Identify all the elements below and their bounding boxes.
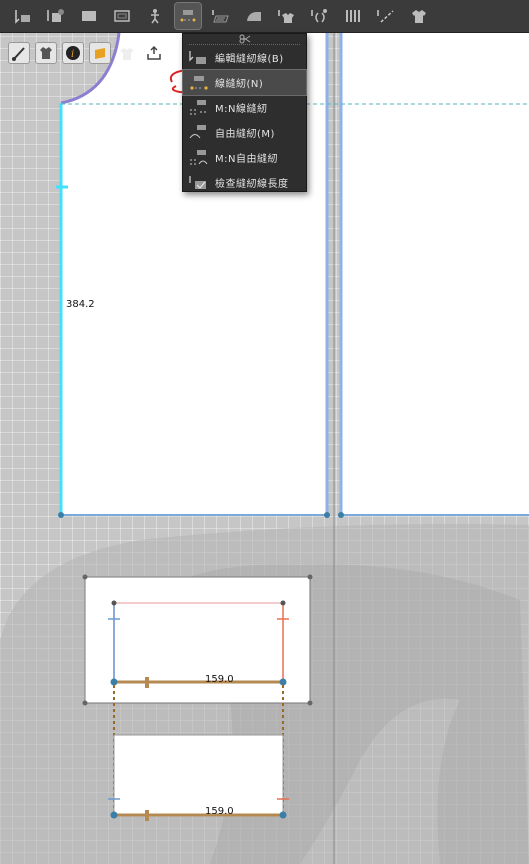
- bottom-piece-seam-notch[interactable]: [145, 810, 149, 821]
- iron-button[interactable]: [241, 3, 267, 29]
- top-piece-seam-notch[interactable]: [145, 677, 149, 688]
- main-toolbar: [0, 0, 529, 33]
- export-icon: [147, 45, 161, 60]
- line-tool-button[interactable]: [373, 3, 399, 29]
- segment-sewing-icon: [190, 75, 208, 90]
- internal-rectangle-button[interactable]: [109, 3, 135, 29]
- segment-sewing-button[interactable]: [174, 2, 202, 30]
- shirt-view-button[interactable]: [35, 42, 57, 64]
- pin-icon: [311, 9, 327, 23]
- menu-item-label: M:N自由縫紉: [215, 154, 278, 165]
- scissors-icon: [239, 34, 250, 44]
- menu-item-label: 線縫紉(N): [215, 79, 264, 90]
- point-marker[interactable]: [111, 600, 117, 606]
- free-sewing-icon: [189, 124, 206, 138]
- texture-icon: [95, 48, 105, 59]
- edit-sewing-icon: [189, 50, 206, 64]
- info-button[interactable]: i: [62, 42, 84, 64]
- point-marker[interactable]: [58, 512, 64, 518]
- point-marker[interactable]: [279, 811, 287, 819]
- point-marker[interactable]: [279, 678, 287, 686]
- menu-item-label: 編輯縫紉線(B): [215, 54, 284, 65]
- pleat-button[interactable]: [340, 3, 366, 29]
- export-button[interactable]: [143, 42, 165, 64]
- rectangle-button[interactable]: [76, 3, 102, 29]
- mn-segment-sewing-icon: [190, 99, 207, 114]
- texture-button[interactable]: [89, 42, 111, 64]
- transform-pattern-button[interactable]: [43, 3, 69, 29]
- line-tool-icon: [377, 10, 394, 23]
- internal-rectangle-icon: [114, 10, 130, 22]
- transform-pattern-icon: [47, 9, 64, 22]
- frame-corner[interactable]: [82, 574, 88, 580]
- check-sewing-length-icon: [189, 175, 206, 189]
- pin-button[interactable]: [307, 3, 333, 29]
- bottom-seam-length-label: 159.0: [205, 806, 234, 817]
- top-seam-length-label: 159.0: [205, 674, 234, 685]
- menu-item-segment-sewing[interactable]: 線縫紉(N): [182, 69, 307, 96]
- iron-icon: [247, 12, 261, 21]
- garment-button[interactable]: [406, 3, 432, 29]
- point-marker[interactable]: [338, 512, 344, 518]
- garment-up-icon: [120, 48, 134, 60]
- point-marker[interactable]: [110, 678, 118, 686]
- mn-free-sewing-icon: [190, 149, 208, 164]
- sewing-dropdown-menu: 編輯縫紉線(B) 線縫紉(N) M:N線縫紉 自由縫紉(M) M:N自由縫紉 檢…: [182, 33, 307, 192]
- segment-sewing-icon: [180, 10, 196, 22]
- left-edge-length-label: 384.2: [66, 299, 95, 310]
- avatar-arrange-button[interactable]: [142, 3, 168, 29]
- fold-arrangement-button[interactable]: [208, 3, 234, 29]
- point-marker[interactable]: [324, 512, 330, 518]
- menu-item-label: M:N線縫紉: [215, 104, 268, 115]
- shirt-view-icon: [40, 47, 52, 59]
- sub-toolbar: i: [8, 40, 170, 66]
- menu-item-label: 自由縫紉(M): [215, 129, 275, 140]
- menu-item-mn-free-sewing[interactable]: M:N自由縫紉: [183, 145, 306, 170]
- menu-item-label: 檢查縫紉線長度: [215, 179, 289, 190]
- right-pattern-piece[interactable]: [341, 33, 529, 515]
- menu-item-mn-segment-sewing[interactable]: M:N線縫紉: [183, 95, 306, 120]
- menu-item-edit-sewing[interactable]: 編輯縫紉線(B): [183, 45, 306, 70]
- point-marker[interactable]: [110, 811, 118, 819]
- bottom-pattern-piece[interactable]: [113, 734, 284, 816]
- brush-icon: [12, 47, 25, 61]
- garment-icon: [412, 10, 426, 23]
- avatar-arrange-icon: [151, 9, 159, 24]
- rectangle-icon: [82, 11, 96, 21]
- pleat-icon: [346, 10, 360, 22]
- fold-arrangement-icon: [212, 10, 229, 23]
- garment-up-button[interactable]: [116, 42, 138, 64]
- tack-button[interactable]: [274, 3, 300, 29]
- select-arrow-icon: [15, 10, 30, 24]
- point-marker[interactable]: [280, 600, 286, 606]
- select-arrow-button[interactable]: [10, 3, 36, 29]
- menu-item-check-sewing-length[interactable]: 檢查縫紉線長度: [183, 170, 306, 195]
- tack-icon: [278, 10, 294, 23]
- menu-tearoff-handle[interactable]: [189, 34, 300, 45]
- frame-corner[interactable]: [82, 700, 88, 706]
- info-icon: i: [66, 46, 80, 60]
- top-sample-frame[interactable]: [84, 576, 311, 704]
- frame-corner[interactable]: [307, 574, 313, 580]
- svg-text:i: i: [71, 49, 74, 60]
- frame-corner[interactable]: [307, 700, 313, 706]
- brush-button[interactable]: [8, 42, 30, 64]
- menu-item-free-sewing[interactable]: 自由縫紉(M): [183, 120, 306, 145]
